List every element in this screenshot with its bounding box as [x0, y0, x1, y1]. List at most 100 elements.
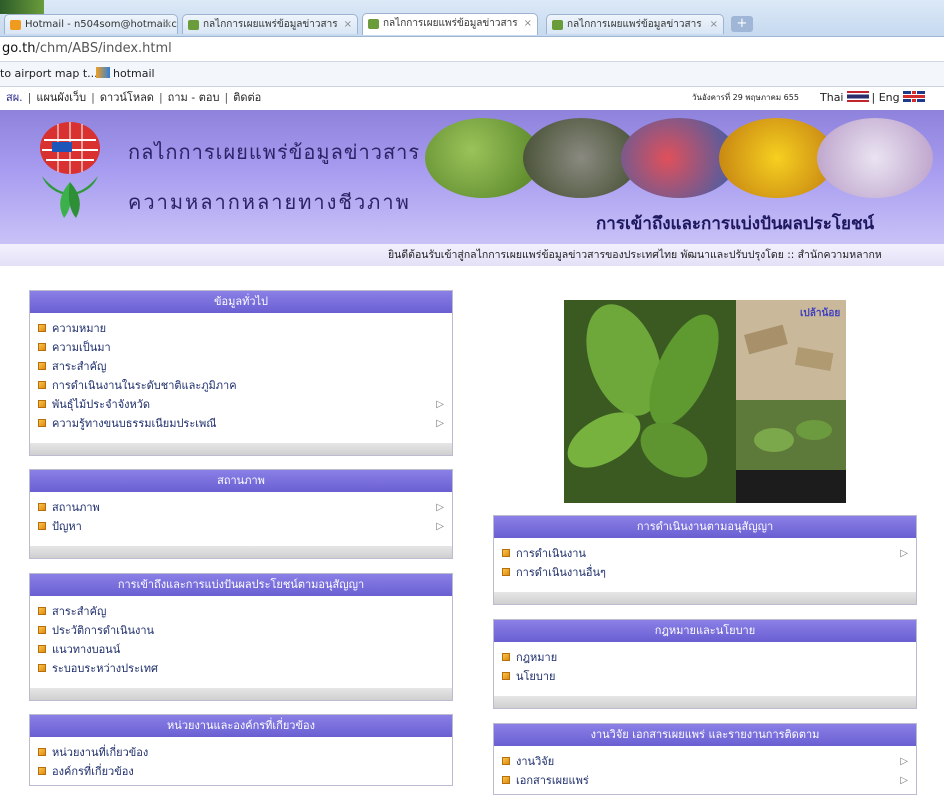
menu-item-label: หน่วยงานที่เกี่ยวข้อง [52, 746, 149, 759]
panel-title: การดำเนินงานตามอนุสัญญา [494, 516, 916, 538]
panel-footer [30, 443, 452, 455]
panel-footer [494, 696, 916, 708]
menu-item-label: การดำเนินงานในระดับชาติและภูมิภาค [52, 379, 237, 392]
submenu-arrow-icon[interactable]: ▷ [436, 414, 444, 433]
hotmail-favicon-icon [10, 20, 21, 30]
tab-chm-1[interactable]: กลไกการเผยแพร่ข้อมูลข่าวสาร × [182, 14, 358, 34]
menu-item-label: ความหมาย [52, 322, 107, 335]
nav-link-download[interactable]: ดาวน์โหลด [100, 91, 154, 104]
close-icon[interactable]: × [524, 14, 532, 34]
panel-law-policy: กฎหมายและนโยบาย กฎหมาย นโยบาย [493, 619, 917, 709]
panel-convention: การดำเนินงานตามอนุสัญญา การดำเนินงาน ▷ กา… [493, 515, 917, 605]
url-domain: go.th [2, 41, 36, 56]
menu-item[interactable]: การดำเนินงานอื่นๆ [502, 563, 908, 582]
tab-label: กลไกการเผยแพร่ข้อมูลข่าวสาร [567, 19, 702, 30]
menu-item-label: องค์กรที่เกี่ยวข้อง [52, 765, 134, 778]
menu-item-label: ความรู้ทางขนบธรรมเนียมประเพณี [52, 417, 217, 430]
dna-image [817, 118, 933, 198]
submenu-arrow-icon[interactable]: ▷ [436, 395, 444, 414]
language-switcher: Thai | Eng [820, 87, 928, 109]
menu-item[interactable]: สาระสำคัญ [38, 357, 444, 376]
banner-slogan: การเข้าถึงและการแบ่งปันผลประโยชน์ [596, 214, 875, 234]
nav-link-sitemap[interactable]: แผนผังเว็บ [36, 91, 86, 104]
close-icon[interactable]: × [164, 15, 172, 34]
menu-item-label: ระบอบระหว่างประเทศ [52, 662, 158, 675]
address-bar[interactable]: go.th/chm/ABS/index.html [0, 37, 944, 62]
submenu-arrow-icon[interactable]: ▷ [900, 544, 908, 563]
close-icon[interactable]: × [344, 15, 352, 34]
site-banner: กลไกการเผยแพร่ข้อมูลข่าวสาร ความหลากหลาย… [0, 110, 944, 244]
tab-chm-active[interactable]: กลไกการเผยแพร่ข้อมูลข่าวสาร × [362, 13, 538, 35]
panel-general-info: ข้อมูลทั่วไป ความหมาย ความเป็นมา สาระสำค… [29, 290, 453, 456]
app-corner-icon [0, 0, 44, 14]
nav-link-contact[interactable]: ติดต่อ [233, 91, 261, 104]
panel-footer [30, 546, 452, 558]
tab-chm-3[interactable]: กลไกการเผยแพร่ข้อมูลข่าวสาร × [546, 14, 724, 34]
nav-separator: | [158, 91, 163, 104]
thai-flag-icon[interactable] [846, 91, 869, 102]
tab-label: กลไกการเผยแพร่ข้อมูลข่าวสาร [383, 18, 518, 29]
favorite-hotmail[interactable]: hotmail [96, 62, 155, 86]
close-icon[interactable]: × [710, 15, 718, 34]
nav-link-faq[interactable]: ถาม - ตอบ [168, 91, 220, 104]
panel-title: กฎหมายและนโยบาย [494, 620, 916, 642]
menu-item[interactable]: ความรู้ทางขนบธรรมเนียมประเพณี ▷ [38, 414, 444, 433]
submenu-arrow-icon[interactable]: ▷ [900, 752, 908, 771]
submenu-arrow-icon[interactable]: ▷ [436, 498, 444, 517]
lang-separator: | [871, 91, 876, 104]
menu-item[interactable]: เอกสารเผยแพร่ ▷ [502, 771, 908, 790]
menu-item[interactable]: นโยบาย [502, 667, 908, 686]
panel-title: งานวิจัย เอกสารเผยแพร่ และรายงานการติดตา… [494, 724, 916, 746]
site-favicon-icon [552, 20, 563, 30]
panel-status: สถานภาพ สถานภาพ ▷ ปัญหา ▷ [29, 469, 453, 559]
menu-item-label: เอกสารเผยแพร่ [516, 774, 589, 787]
site-top-nav: สผ. | แผนผังเว็บ | ดาวน์โหลด | ถาม - ตอบ | ติดต่… [0, 87, 944, 109]
menu-item-label: ปัญหา [52, 520, 82, 533]
welcome-marquee: ยินดีต้อนรับเข้าสู่กลไกการเผยแพร่ข้อมูลข… [0, 244, 944, 266]
menu-item[interactable]: แนวทางบอนน์ [38, 640, 444, 659]
current-date: วันอังคารที่ 29 พฤษภาคม 655 [692, 93, 799, 102]
favorite-airport-map[interactable]: to airport map t... [0, 62, 98, 86]
lang-eng-link[interactable]: Eng [879, 91, 900, 104]
submenu-arrow-icon[interactable]: ▷ [900, 771, 908, 790]
site-title: กลไกการเผยแพร่ข้อมูลข่าวสาร [128, 140, 421, 164]
site-favicon-icon [368, 19, 379, 29]
menu-item-label: พันธุ์ไม้ประจำจังหวัด [52, 398, 151, 411]
menu-item-label: การดำเนินงานอื่นๆ [516, 566, 606, 579]
tab-label: กลไกการเผยแพร่ข้อมูลข่าวสาร [203, 19, 338, 30]
tab-label: Hotmail - n504som@hotmail.cc [25, 19, 178, 30]
menu-item[interactable]: หน่วยงานที่เกี่ยวข้อง [38, 743, 444, 762]
menu-item[interactable]: ระบอบระหว่างประเทศ [38, 659, 444, 678]
panel-footer [494, 592, 916, 604]
lang-thai-link[interactable]: Thai [820, 91, 844, 104]
uk-flag-icon[interactable] [902, 91, 925, 102]
nav-separator: | [224, 91, 229, 104]
menu-item[interactable]: องค์กรที่เกี่ยวข้อง [38, 762, 444, 781]
marquee-text: ยินดีต้อนรับเข้าสู่กลไกการเผยแพร่ข้อมูลข… [388, 249, 882, 261]
submenu-arrow-icon[interactable]: ▷ [436, 517, 444, 536]
panel-research: งานวิจัย เอกสารเผยแพร่ และรายงานการติดตา… [493, 723, 917, 795]
menu-item[interactable]: กฎหมาย [502, 648, 908, 667]
menu-item[interactable]: สถานภาพ ▷ [38, 498, 444, 517]
featured-plant-photo[interactable]: เปล้าน้อย [564, 300, 846, 503]
new-tab-button[interactable]: + [731, 16, 753, 32]
menu-item[interactable]: การดำเนินงานในระดับชาติและภูมิภาค [38, 376, 444, 395]
menu-item-label: งานวิจัย [516, 755, 555, 768]
menu-item[interactable]: ปัญหา ▷ [38, 517, 444, 536]
menu-item[interactable]: การดำเนินงาน ▷ [502, 544, 908, 563]
nav-link-onep[interactable]: สผ. [6, 91, 23, 104]
menu-item[interactable]: ประวัติการดำเนินงาน [38, 621, 444, 640]
menu-item[interactable]: พันธุ์ไม้ประจำจังหวัด ▷ [38, 395, 444, 414]
tab-hotmail[interactable]: Hotmail - n504som@hotmail.cc × [4, 14, 178, 34]
site-favicon-icon [188, 20, 199, 30]
panel-access-benefit-sharing: การเข้าถึงและการแบ่งปันผลประโยชน์ตามอนุส… [29, 573, 453, 701]
menu-item[interactable]: สาระสำคัญ [38, 602, 444, 621]
panel-footer [30, 688, 452, 700]
favorites-bar: to airport map t... hotmail [0, 62, 944, 87]
menu-item-label: นโยบาย [516, 670, 556, 683]
menu-item[interactable]: ความหมาย [38, 319, 444, 338]
menu-item[interactable]: งานวิจัย ▷ [502, 752, 908, 771]
menu-item[interactable]: ความเป็นมา [38, 338, 444, 357]
panel-title: การเข้าถึงและการแบ่งปันผลประโยชน์ตามอนุส… [30, 574, 452, 596]
url-path: /chm/ABS/index.html [35, 41, 172, 56]
